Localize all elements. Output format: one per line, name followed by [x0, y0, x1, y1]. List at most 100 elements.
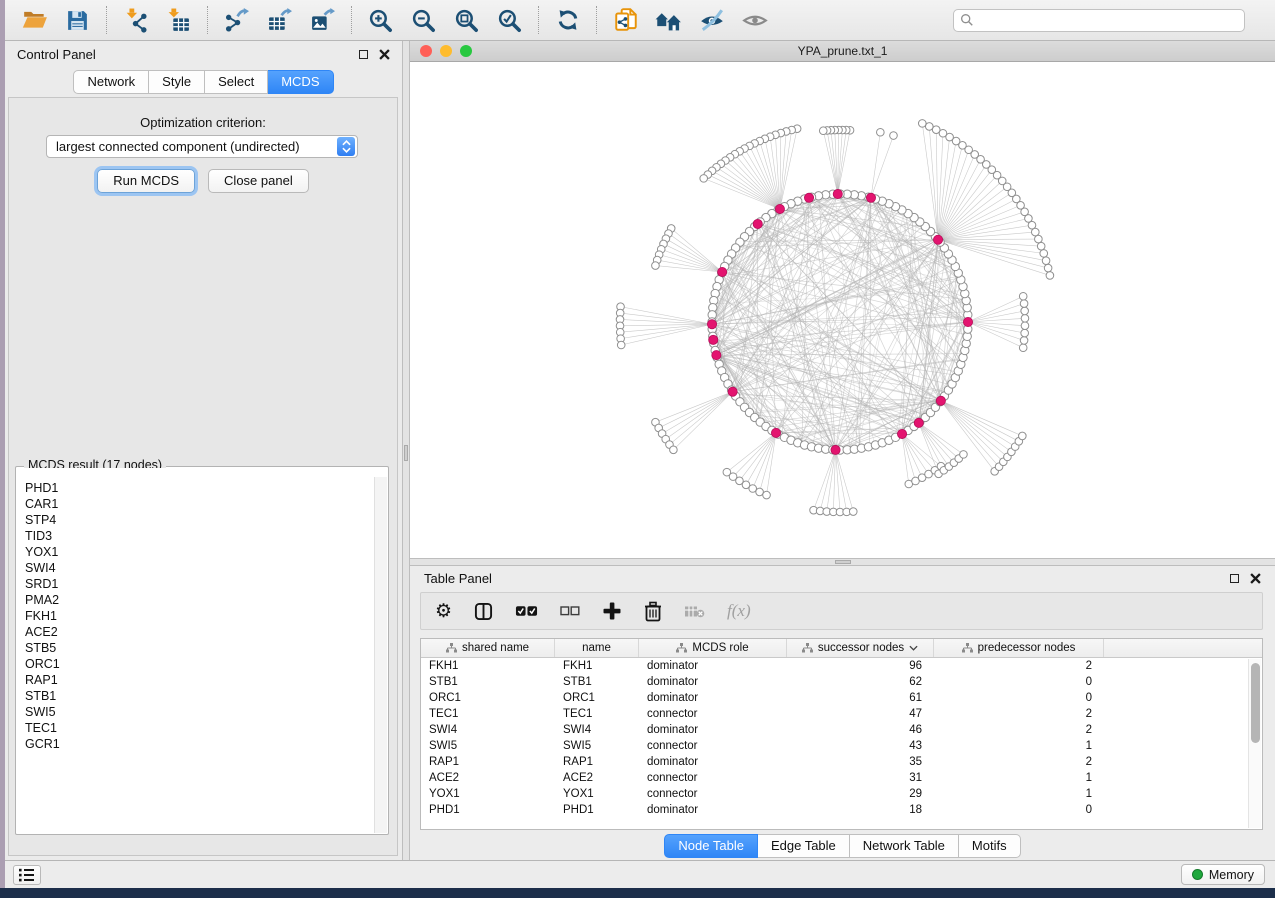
- float-panel-icon[interactable]: [359, 50, 368, 59]
- vertical-splitter[interactable]: [402, 41, 410, 860]
- column-header-name[interactable]: name: [555, 639, 639, 657]
- close-panel-icon[interactable]: [1250, 573, 1261, 584]
- mcds-result-item[interactable]: YOX1: [17, 544, 374, 560]
- graph-edge: [780, 129, 797, 209]
- table-scrollbar[interactable]: [1248, 659, 1261, 828]
- zoom-in-button[interactable]: [359, 3, 402, 37]
- import-network-button[interactable]: [114, 3, 157, 37]
- task-history-button[interactable]: [13, 865, 41, 885]
- mcds-result-item[interactable]: SRD1: [17, 576, 374, 592]
- tab-mcds[interactable]: MCDS: [268, 70, 333, 94]
- search-box[interactable]: [953, 9, 1245, 32]
- column-header-successor-nodes[interactable]: successor nodes: [787, 639, 934, 657]
- table-cell: 47: [787, 708, 934, 720]
- table-scrollbar-thumb[interactable]: [1251, 663, 1260, 743]
- mcds-result-item[interactable]: RAP1: [17, 672, 374, 688]
- show-columns-button[interactable]: [474, 602, 493, 621]
- column-header-predecessor-nodes[interactable]: predecessor nodes: [934, 639, 1104, 657]
- table-settings-button[interactable]: ⚙: [435, 602, 452, 621]
- delete-column-button[interactable]: [684, 604, 705, 619]
- add-column-button[interactable]: [602, 601, 622, 621]
- table-row[interactable]: PHD1PHD1dominator180: [421, 802, 1262, 818]
- save-button[interactable]: [56, 3, 99, 37]
- mcds-result-item[interactable]: STB1: [17, 688, 374, 704]
- delete-button[interactable]: [644, 601, 662, 622]
- close-panel-button[interactable]: Close panel: [208, 169, 309, 193]
- mcds-result-item[interactable]: FKH1: [17, 608, 374, 624]
- graph-edge: [836, 450, 847, 512]
- run-mcds-button[interactable]: Run MCDS: [97, 169, 195, 193]
- table-row[interactable]: FKH1FKH1dominator962: [421, 658, 1262, 674]
- table-row[interactable]: TEC1TEC1connector472: [421, 706, 1262, 722]
- graph-edge: [941, 401, 1012, 452]
- splitter-grip[interactable]: [835, 560, 851, 564]
- splitter-grip[interactable]: [404, 445, 408, 461]
- network-region: YPA_prune.txt_1 Table Panel ⚙: [410, 41, 1275, 860]
- graph-edge: [941, 401, 1003, 462]
- tab-network-table[interactable]: Network Table: [850, 834, 959, 858]
- network-graph[interactable]: [410, 62, 1275, 558]
- refresh-button[interactable]: [546, 3, 589, 37]
- mcds-result-item[interactable]: STB5: [17, 640, 374, 656]
- zoom-out-button[interactable]: [402, 3, 445, 37]
- table-row[interactable]: YOX1YOX1connector291: [421, 786, 1262, 802]
- optimization-criterion-select[interactable]: largest connected component (undirected): [46, 135, 358, 158]
- mcds-result-item[interactable]: TEC1: [17, 720, 374, 736]
- table-cell: ORC1: [421, 692, 555, 704]
- export-image-button[interactable]: [301, 3, 344, 37]
- table-cell: dominator: [639, 756, 787, 768]
- tab-node-table[interactable]: Node Table: [664, 834, 758, 858]
- table-cell: 29: [787, 788, 934, 800]
- table-cell: RAP1: [421, 756, 555, 768]
- export-table-button[interactable]: [258, 3, 301, 37]
- mcds-result-item[interactable]: ACE2: [17, 624, 374, 640]
- show-panels-button[interactable]: [733, 3, 776, 37]
- table-row[interactable]: ORC1ORC1dominator610: [421, 690, 1262, 706]
- function-builder-button[interactable]: f(x): [727, 601, 751, 621]
- search-input[interactable]: [979, 13, 1238, 27]
- table-row[interactable]: SWI5SWI5connector431: [421, 738, 1262, 754]
- mcds-result-item[interactable]: PHD1: [17, 480, 374, 496]
- mcds-result-item[interactable]: ORC1: [17, 656, 374, 672]
- deselect-all-button[interactable]: [560, 604, 580, 618]
- table-cell: SWI4: [555, 724, 639, 736]
- table-row[interactable]: STB1STB1dominator620: [421, 674, 1262, 690]
- tab-network[interactable]: Network: [73, 70, 149, 94]
- zoom-selected-button[interactable]: [488, 3, 531, 37]
- table-row[interactable]: ACE2ACE2connector311: [421, 770, 1262, 786]
- table-row[interactable]: RAP1RAP1dominator352: [421, 754, 1262, 770]
- mcds-result-item[interactable]: STP4: [17, 512, 374, 528]
- tab-motifs[interactable]: Motifs: [959, 834, 1021, 858]
- memory-label: Memory: [1209, 868, 1254, 882]
- mcds-result-item[interactable]: SWI4: [17, 560, 374, 576]
- float-panel-icon[interactable]: [1230, 574, 1239, 583]
- mcds-result-item[interactable]: SWI5: [17, 704, 374, 720]
- hide-panels-button[interactable]: [690, 3, 733, 37]
- table-cell: 35: [787, 756, 934, 768]
- zoom-fit-button[interactable]: [445, 3, 488, 37]
- column-header-MCDS-role[interactable]: MCDS role: [639, 639, 787, 657]
- mcds-result-item[interactable]: PMA2: [17, 592, 374, 608]
- table-row[interactable]: SWI4SWI4dominator462: [421, 722, 1262, 738]
- tab-style[interactable]: Style: [149, 70, 205, 94]
- mcds-result-item[interactable]: TID3: [17, 528, 374, 544]
- home-button[interactable]: [647, 3, 690, 37]
- mcds-list-scrollbar[interactable]: [374, 477, 387, 833]
- network-titlebar[interactable]: YPA_prune.txt_1: [410, 41, 1275, 62]
- mcds-result-item[interactable]: CAR1: [17, 496, 374, 512]
- mcds-result-list[interactable]: PHD1CAR1STP4TID3YOX1SWI4SRD1PMA2FKH1ACE2…: [17, 468, 374, 833]
- tab-select[interactable]: Select: [205, 70, 268, 94]
- mcds-result-item[interactable]: GCR1: [17, 736, 374, 752]
- graph-edge: [941, 401, 995, 472]
- close-panel-icon[interactable]: [379, 49, 390, 60]
- tab-edge-table[interactable]: Edge Table: [758, 834, 850, 858]
- memory-button[interactable]: Memory: [1181, 864, 1265, 885]
- export-network-button[interactable]: [215, 3, 258, 37]
- column-header-shared-name[interactable]: shared name: [421, 639, 555, 657]
- select-all-button[interactable]: [515, 603, 538, 619]
- graph-edge: [704, 178, 780, 209]
- horizontal-splitter[interactable]: [410, 558, 1275, 566]
- import-table-button[interactable]: [157, 3, 200, 37]
- open-button[interactable]: [13, 3, 56, 37]
- clone-network-button[interactable]: [604, 3, 647, 37]
